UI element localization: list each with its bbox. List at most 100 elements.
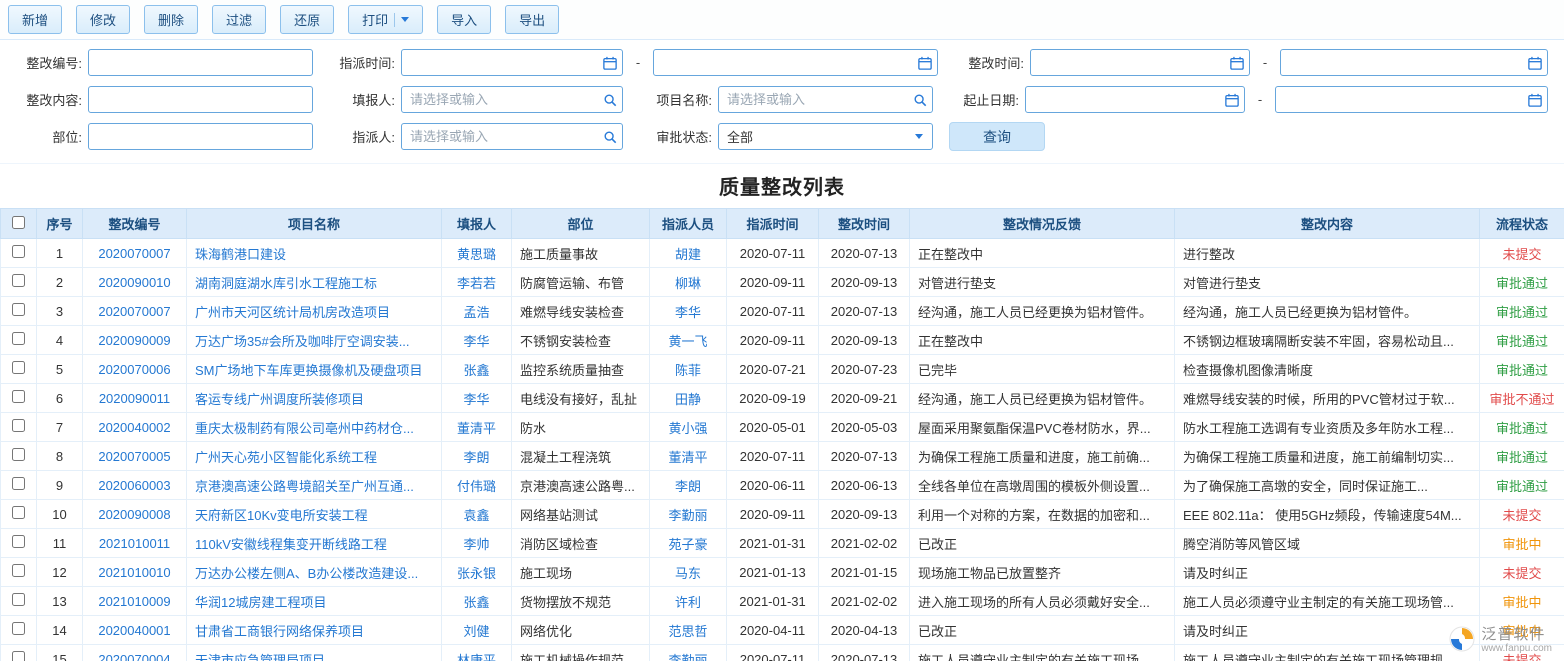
filler-link[interactable]: 李朗 [463, 450, 489, 465]
project-name-link[interactable]: 万达办公楼左侧A、B办公楼改造建设... [195, 566, 418, 581]
row-checkbox[interactable] [12, 564, 25, 577]
select-all-checkbox[interactable] [12, 216, 25, 229]
project-name-link[interactable]: 京港澳高速公路粤境韶关至广州互通... [195, 479, 414, 494]
filler-link[interactable]: 李帅 [463, 537, 489, 552]
row-checkbox[interactable] [12, 535, 25, 548]
assignee-link[interactable]: 李华 [675, 305, 701, 320]
date-range-end-input[interactable] [1276, 87, 1523, 112]
query-button[interactable]: 查询 [949, 122, 1045, 151]
filler-link[interactable]: 张永银 [457, 566, 496, 581]
project-name-link[interactable]: 华润12城房建工程项目 [195, 595, 326, 610]
rectify-no-link[interactable]: 2020070005 [98, 449, 170, 464]
rectify-no-link[interactable]: 2020090008 [98, 507, 170, 522]
filler-link[interactable]: 李华 [463, 334, 489, 349]
row-checkbox[interactable] [12, 332, 25, 345]
import-button[interactable]: 导入 [437, 5, 491, 34]
row-checkbox[interactable] [12, 303, 25, 316]
row-checkbox[interactable] [12, 245, 25, 258]
delete-button[interactable]: 删除 [144, 5, 198, 34]
rectify-no-link[interactable]: 2020040001 [98, 623, 170, 638]
part-input[interactable] [89, 124, 312, 149]
project-name-input[interactable] [719, 87, 908, 112]
date-range-start-input[interactable] [1026, 87, 1220, 112]
project-name-link[interactable]: 珠海鹤港口建设 [195, 247, 286, 262]
rectify-no-link[interactable]: 2021010011 [99, 536, 170, 551]
rectify-no-input[interactable] [89, 50, 312, 75]
rectify-no-link[interactable]: 2020070007 [98, 246, 170, 261]
search-icon[interactable] [598, 124, 622, 149]
project-name-link[interactable]: 客运专线广州调度所装修项目 [195, 392, 364, 407]
search-icon[interactable] [908, 87, 932, 112]
filler-input[interactable] [402, 87, 598, 112]
row-checkbox[interactable] [12, 390, 25, 403]
assignee-link[interactable]: 陈菲 [675, 363, 701, 378]
restore-button[interactable]: 还原 [280, 5, 334, 34]
filler-link[interactable]: 张鑫 [463, 595, 489, 610]
row-checkbox[interactable] [12, 593, 25, 606]
assignee-link[interactable]: 李朗 [675, 479, 701, 494]
filter-button[interactable]: 过滤 [212, 5, 266, 34]
assignee-link[interactable]: 黄小强 [668, 421, 707, 436]
assignee-link[interactable]: 苑子豪 [668, 537, 707, 552]
filler-link[interactable]: 李华 [463, 392, 489, 407]
calendar-icon[interactable] [1523, 87, 1547, 112]
project-name-link[interactable]: 天津市应急管理局项目 [195, 653, 325, 661]
project-name-link[interactable]: 湖南洞庭湖水库引水工程施工标 [195, 276, 377, 291]
assignee-link[interactable]: 黄一飞 [668, 334, 707, 349]
row-checkbox[interactable] [12, 419, 25, 432]
calendar-icon[interactable] [1220, 87, 1244, 112]
rectify-no-link[interactable]: 2020090011 [99, 391, 170, 406]
filler-link[interactable]: 董清平 [457, 421, 496, 436]
calendar-icon[interactable] [598, 50, 622, 75]
assignee-link[interactable]: 马东 [675, 566, 701, 581]
filler-link[interactable]: 林康平 [457, 653, 496, 661]
assignee-link[interactable]: 胡建 [675, 247, 701, 262]
filler-link[interactable]: 袁鑫 [463, 508, 489, 523]
rectify-no-link[interactable]: 2020060003 [98, 478, 170, 493]
row-checkbox[interactable] [12, 448, 25, 461]
row-checkbox[interactable] [12, 477, 25, 490]
edit-button[interactable]: 修改 [76, 5, 130, 34]
filler-link[interactable]: 张鑫 [463, 363, 489, 378]
filler-link[interactable]: 黄思璐 [457, 247, 496, 262]
assign-time-start-input[interactable] [402, 50, 598, 75]
calendar-icon[interactable] [1225, 50, 1249, 75]
rectify-content-input[interactable] [89, 87, 312, 112]
approval-status-select[interactable]: 全部 [718, 123, 933, 150]
project-name-link[interactable]: 广州市天河区统计局机房改造项目 [195, 305, 390, 320]
project-name-link[interactable]: 甘肃省工商银行网络保养项目 [195, 624, 364, 639]
row-checkbox[interactable] [12, 361, 25, 374]
row-checkbox[interactable] [12, 506, 25, 519]
assignee-link[interactable]: 许利 [675, 595, 701, 610]
rectify-no-link[interactable]: 2020090010 [98, 275, 170, 290]
project-name-link[interactable]: 110kV安徽线程集变开断线路工程 [195, 537, 387, 552]
assignee-link[interactable]: 李勤丽 [668, 653, 707, 661]
filler-link[interactable]: 刘健 [463, 624, 489, 639]
filler-link[interactable]: 付伟璐 [457, 479, 496, 494]
rectify-time-end-input[interactable] [1281, 50, 1523, 75]
rectify-no-link[interactable]: 2020070006 [98, 362, 170, 377]
assignee-link[interactable]: 李勤丽 [668, 508, 707, 523]
rectify-no-link[interactable]: 2021010009 [98, 594, 170, 609]
project-name-link[interactable]: SM广场地下车库更换摄像机及硬盘项目 [195, 363, 423, 378]
calendar-icon[interactable] [1523, 50, 1547, 75]
assigner-input[interactable] [402, 124, 598, 149]
rectify-no-link[interactable]: 2020040002 [98, 420, 170, 435]
filler-link[interactable]: 李若若 [457, 276, 496, 291]
assignee-link[interactable]: 柳琳 [675, 276, 701, 291]
search-icon[interactable] [598, 87, 622, 112]
rectify-no-link[interactable]: 2020070004 [98, 652, 170, 661]
rectify-no-link[interactable]: 2021010010 [98, 565, 170, 580]
row-checkbox[interactable] [12, 651, 25, 661]
rectify-no-link[interactable]: 2020090009 [98, 333, 170, 348]
project-name-link[interactable]: 广州天心苑小区智能化系统工程 [195, 450, 377, 465]
rectify-time-start-input[interactable] [1031, 50, 1225, 75]
assignee-link[interactable]: 董清平 [668, 450, 707, 465]
add-button[interactable]: 新增 [8, 5, 62, 34]
project-name-link[interactable]: 万达广场35#会所及咖啡厅空调安装... [195, 334, 410, 349]
calendar-icon[interactable] [913, 50, 937, 75]
export-button[interactable]: 导出 [505, 5, 559, 34]
rectify-no-link[interactable]: 2020070007 [98, 304, 170, 319]
row-checkbox[interactable] [12, 274, 25, 287]
assignee-link[interactable]: 田静 [675, 392, 701, 407]
